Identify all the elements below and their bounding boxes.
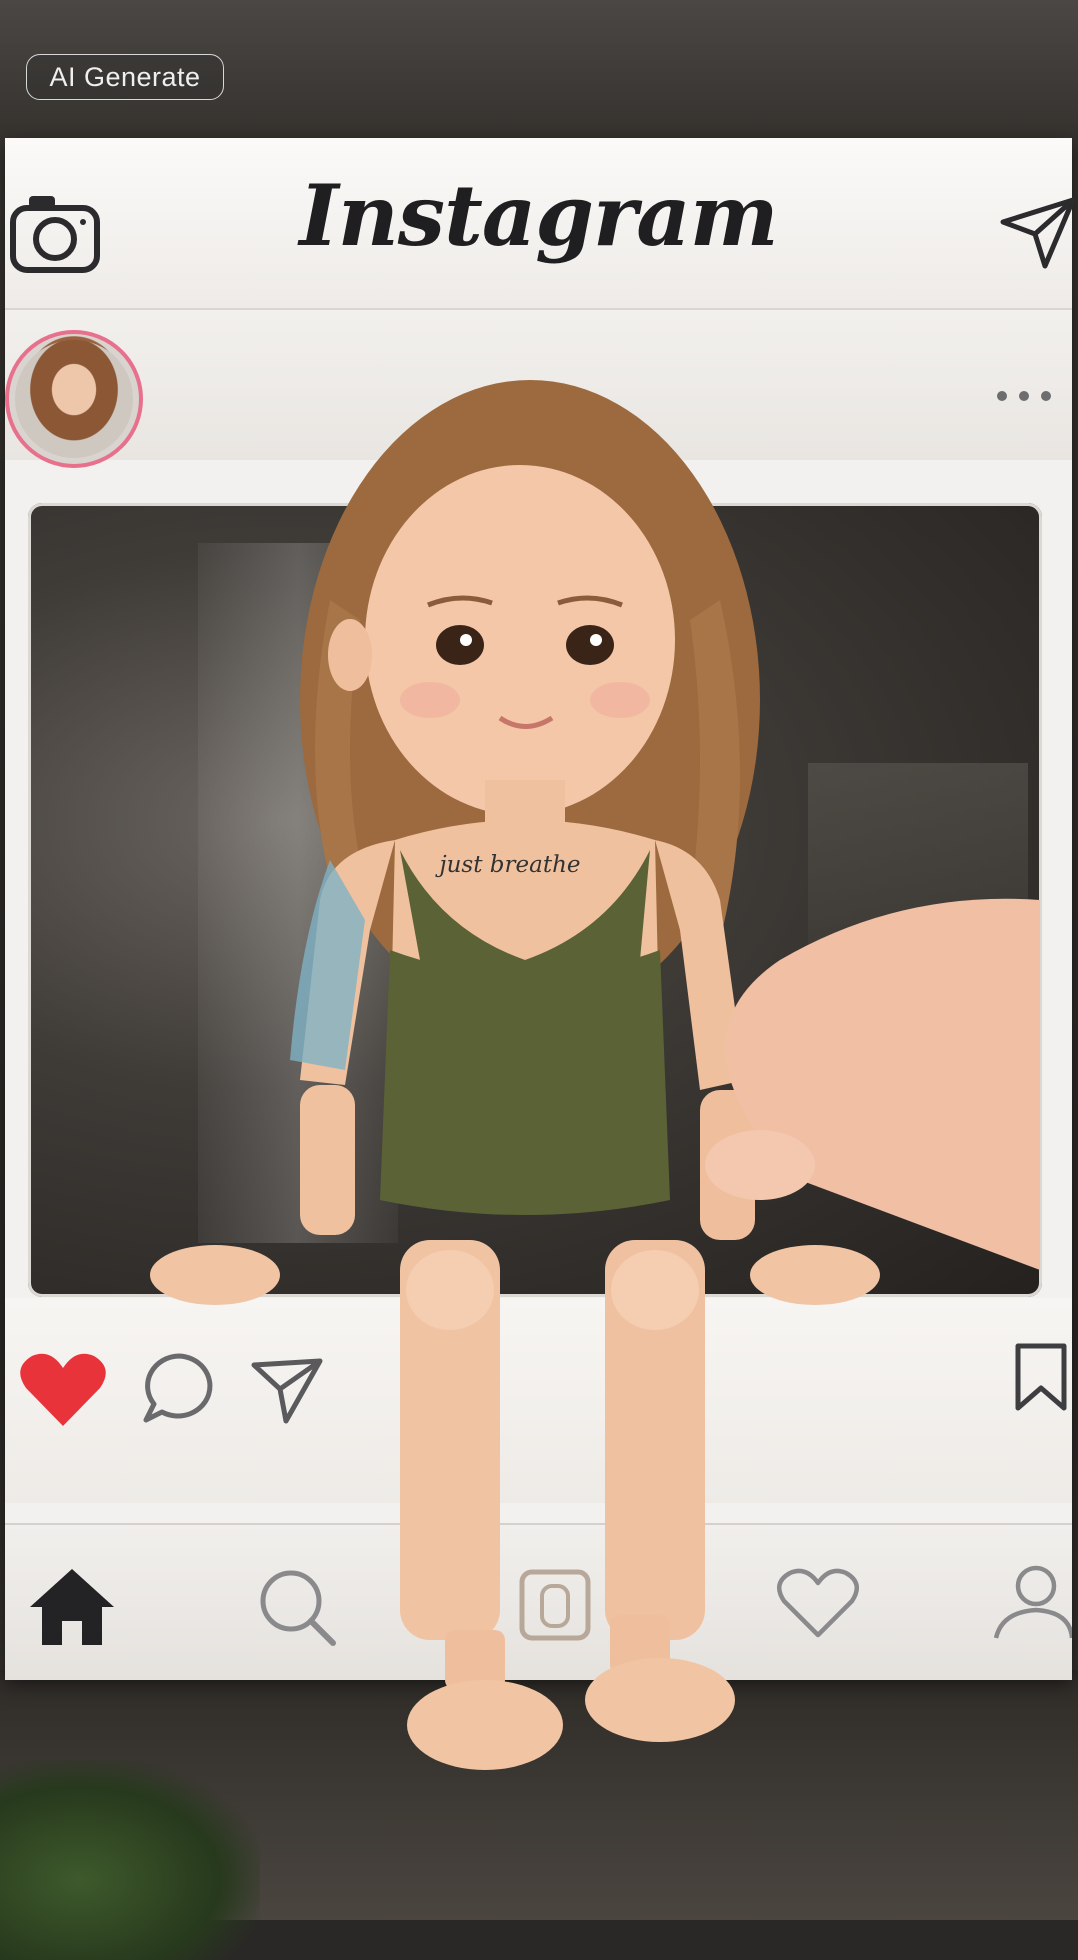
heart-outline-icon[interactable] (775, 1565, 861, 1641)
paper-plane-icon[interactable] (250, 1355, 325, 1425)
instagram-logo: Instagram (299, 166, 778, 265)
post-photo (28, 503, 1042, 1297)
background-window (198, 543, 398, 1243)
bookmark-icon[interactable] (1012, 1342, 1070, 1412)
plant-foliage (0, 1760, 260, 1960)
background-shelf (808, 763, 1028, 1083)
avatar-photo (15, 340, 133, 458)
post-header (5, 310, 1072, 460)
reels-icon[interactable] (518, 1568, 592, 1642)
ai-generate-badge[interactable]: AI Generate (26, 54, 224, 100)
heart-filled-icon[interactable] (18, 1350, 108, 1430)
frame-header: Instagram (5, 138, 1076, 310)
search-icon[interactable] (255, 1565, 339, 1649)
paper-plane-icon[interactable] (999, 192, 1077, 270)
avatar[interactable] (5, 330, 143, 468)
profile-icon[interactable] (990, 1560, 1072, 1642)
comment-bubble-icon[interactable] (140, 1350, 218, 1428)
more-dots-icon[interactable] (990, 386, 1060, 406)
home-icon[interactable] (26, 1565, 118, 1649)
